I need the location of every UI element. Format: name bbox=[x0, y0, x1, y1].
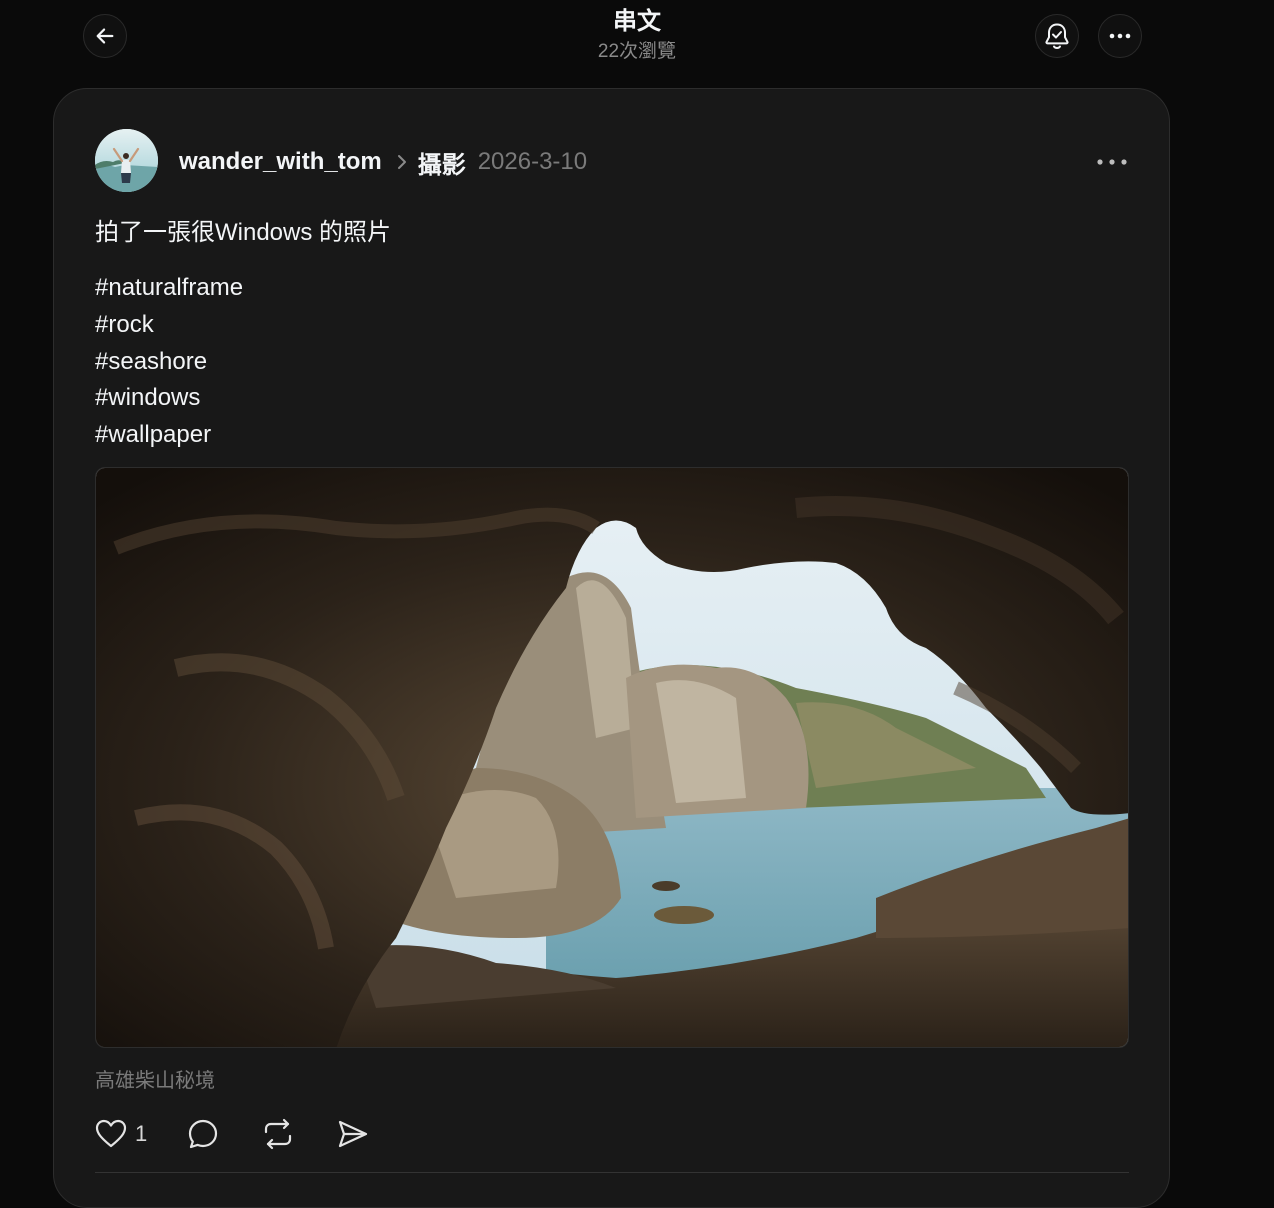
hashtag-list: #naturalframe #rock #seashore #windows #… bbox=[95, 270, 243, 454]
share-button[interactable] bbox=[337, 1114, 369, 1154]
more-horizontal-icon bbox=[1109, 33, 1131, 39]
username-link[interactable]: wander_with_tom bbox=[179, 148, 382, 176]
hashtag-link[interactable]: #wallpaper bbox=[95, 417, 243, 454]
location-label[interactable]: 高雄柴山秘境 bbox=[95, 1064, 215, 1093]
view-count: 22次瀏覽 bbox=[597, 41, 677, 62]
more-button[interactable] bbox=[1098, 14, 1142, 58]
heart-icon bbox=[95, 1119, 127, 1148]
post-photo[interactable] bbox=[95, 467, 1129, 1048]
more-horizontal-icon bbox=[1097, 159, 1127, 165]
page-title: 串文 bbox=[613, 8, 661, 35]
repost-button[interactable] bbox=[261, 1114, 295, 1154]
post-text: 拍了一張很Windows 的照片 bbox=[95, 219, 392, 246]
avatar[interactable] bbox=[95, 129, 158, 192]
repost-icon bbox=[264, 1118, 292, 1150]
comment-icon bbox=[188, 1119, 218, 1149]
hashtag-link[interactable]: #rock bbox=[95, 307, 243, 344]
like-button[interactable]: 1 bbox=[95, 1114, 147, 1154]
comment-button[interactable] bbox=[187, 1114, 219, 1154]
divider bbox=[95, 1172, 1129, 1173]
like-count: 1 bbox=[135, 1121, 148, 1146]
chevron-right-icon bbox=[396, 153, 408, 171]
topic-link[interactable]: 攝影 bbox=[418, 145, 466, 180]
bell-check-icon bbox=[1045, 23, 1069, 49]
send-icon bbox=[338, 1120, 368, 1148]
hashtag-link[interactable]: #seashore bbox=[95, 344, 243, 381]
hashtag-link[interactable]: #windows bbox=[95, 380, 243, 417]
post-header: wander_with_tom 攝影 2026-3-10 bbox=[179, 144, 587, 180]
post-date: 2026-3-10 bbox=[477, 148, 588, 175]
post-more-button[interactable] bbox=[1092, 150, 1132, 174]
hashtag-link[interactable]: #naturalframe bbox=[95, 270, 243, 307]
notify-button[interactable] bbox=[1035, 14, 1079, 58]
